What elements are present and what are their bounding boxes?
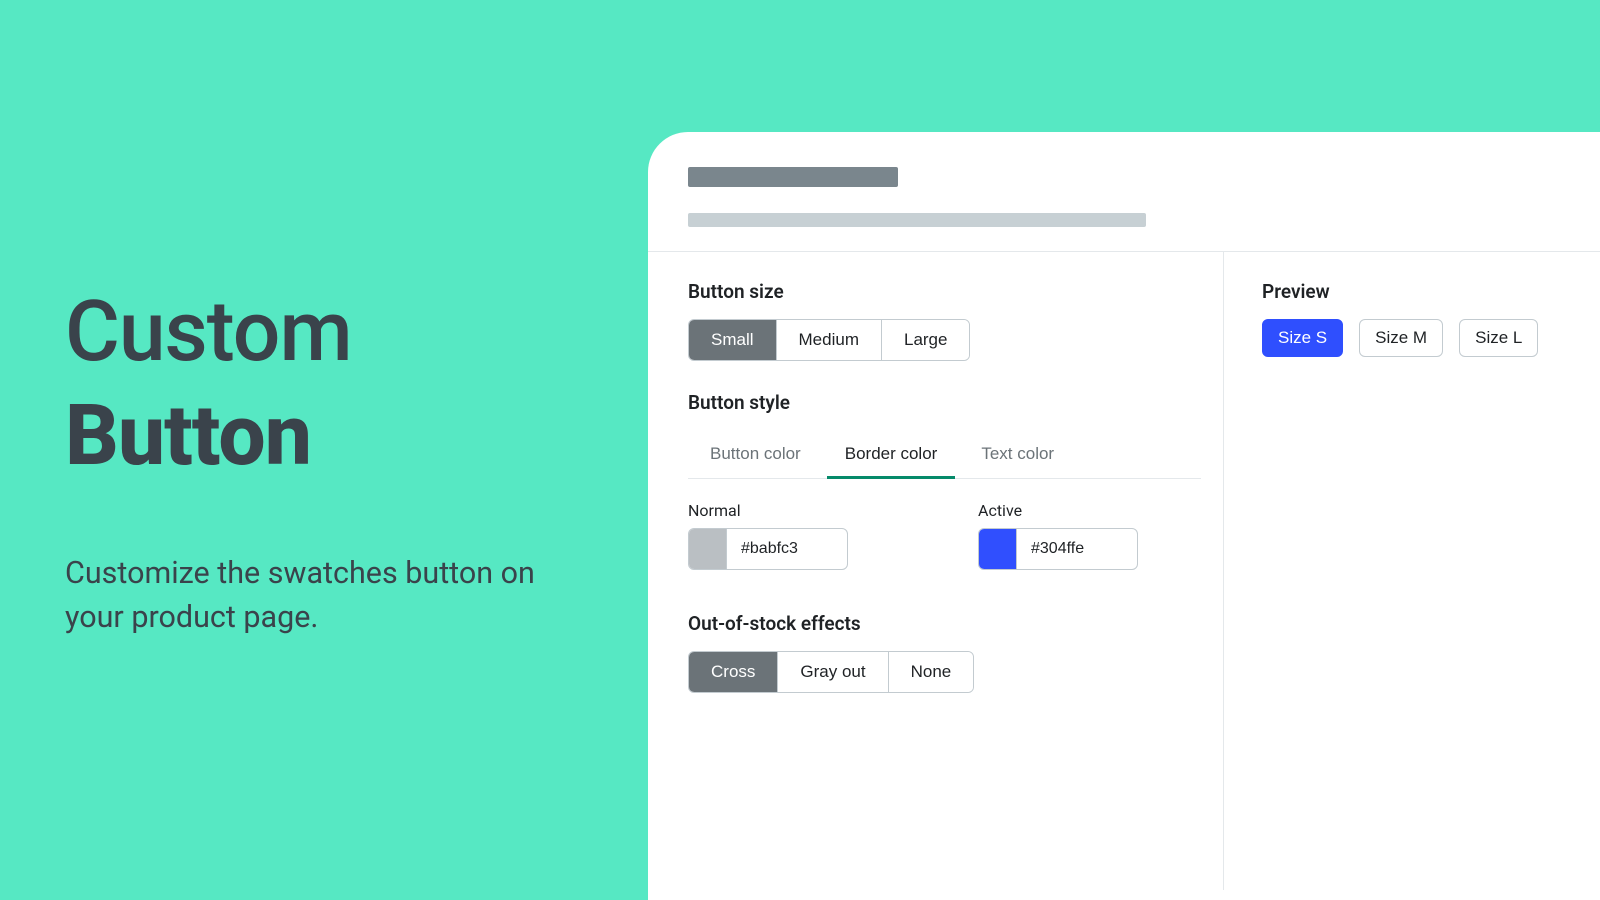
- button-size-label: Button size: [688, 280, 1201, 303]
- size-medium-button[interactable]: Medium: [777, 320, 882, 360]
- oos-grayout-button[interactable]: Gray out: [778, 652, 888, 692]
- active-color-input[interactable]: [978, 528, 1138, 570]
- active-color-text[interactable]: [1017, 540, 1127, 558]
- tab-button-color[interactable]: Button color: [688, 430, 823, 478]
- size-large-button[interactable]: Large: [882, 320, 969, 360]
- card-body: Button size Small Medium Large Button st…: [648, 252, 1600, 890]
- hero-title-bottom: Button: [65, 392, 595, 480]
- preview-pane: Preview Size S Size M Size L: [1224, 252, 1600, 890]
- active-color-label: Active: [978, 501, 1138, 520]
- normal-color-swatch[interactable]: [689, 529, 727, 569]
- oos-label: Out-of-stock effects: [688, 612, 1201, 635]
- oos-segmented: Cross Gray out None: [688, 651, 974, 693]
- preview-size-l-button[interactable]: Size L: [1459, 319, 1538, 357]
- hero-subtitle: Customize the swatches button on your pr…: [65, 552, 595, 640]
- style-tabs: Button color Border color Text color: [688, 430, 1201, 479]
- normal-color-label: Normal: [688, 501, 848, 520]
- normal-color-text[interactable]: [727, 540, 837, 558]
- skeleton-title-bar: [688, 167, 898, 187]
- hero-text: Custom Button Customize the swatches but…: [65, 290, 595, 641]
- color-fields-row: Normal Active: [688, 501, 1201, 570]
- active-color-swatch[interactable]: [979, 529, 1017, 569]
- settings-card: Button size Small Medium Large Button st…: [648, 132, 1600, 900]
- preview-size-s-button[interactable]: Size S: [1262, 319, 1343, 357]
- skeleton-subtitle-bar: [688, 213, 1146, 227]
- preview-buttons: Size S Size M Size L: [1262, 319, 1538, 357]
- normal-color-field: Normal: [688, 501, 848, 570]
- hero-title-top: Custom: [65, 290, 595, 374]
- preview-size-m-button[interactable]: Size M: [1359, 319, 1443, 357]
- settings-pane: Button size Small Medium Large Button st…: [648, 252, 1224, 890]
- button-style-label: Button style: [688, 391, 1201, 414]
- size-small-button[interactable]: Small: [689, 320, 777, 360]
- button-size-segmented: Small Medium Large: [688, 319, 970, 361]
- active-color-field: Active: [978, 501, 1138, 570]
- card-header-skeleton: [648, 132, 1600, 251]
- oos-cross-button[interactable]: Cross: [689, 652, 778, 692]
- normal-color-input[interactable]: [688, 528, 848, 570]
- tab-text-color[interactable]: Text color: [959, 430, 1076, 478]
- preview-label: Preview: [1262, 280, 1600, 303]
- oos-none-button[interactable]: None: [889, 652, 974, 692]
- tab-border-color[interactable]: Border color: [823, 430, 960, 478]
